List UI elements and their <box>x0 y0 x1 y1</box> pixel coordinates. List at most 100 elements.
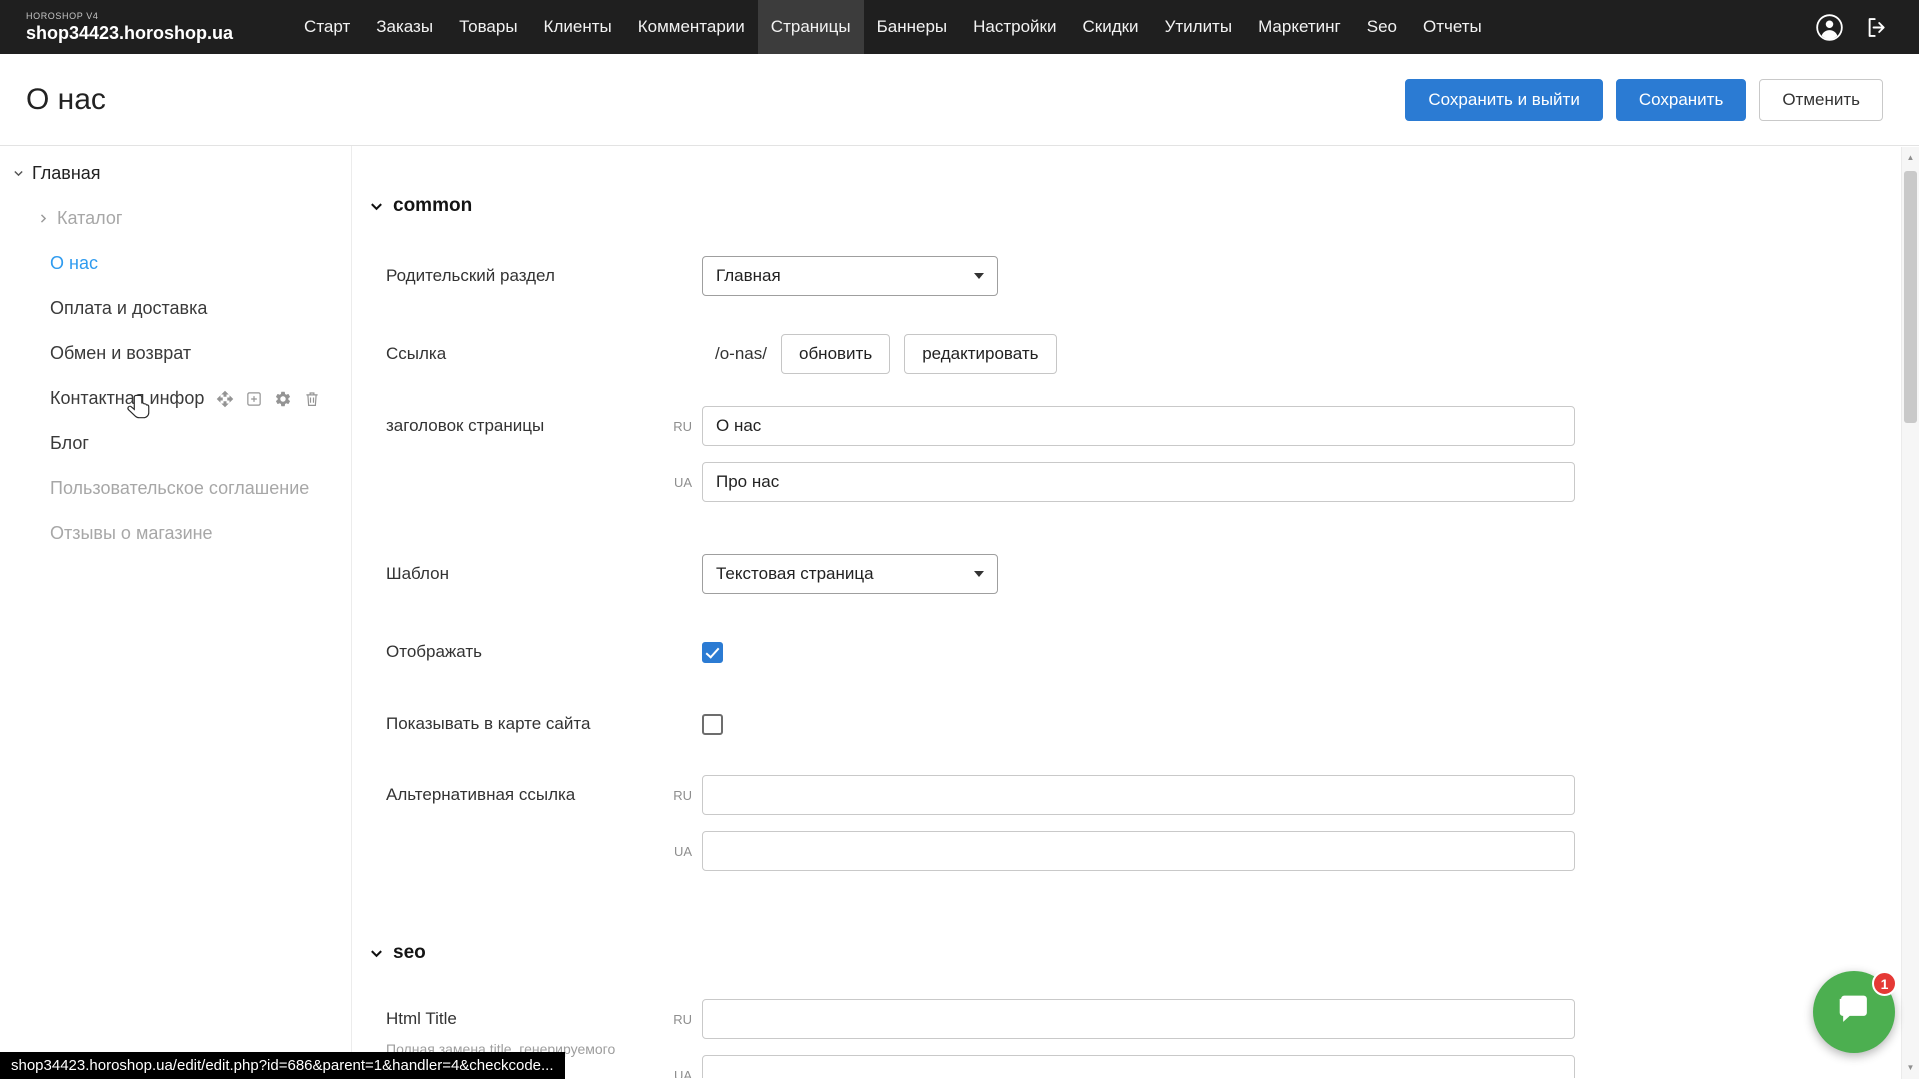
trash-icon[interactable] <box>303 390 321 408</box>
html-title-ua-input[interactable] <box>702 1055 1575 1078</box>
select-value: Главная <box>716 266 781 286</box>
lang-tag-ua: UA <box>660 1068 692 1079</box>
section-seo-header[interactable]: seo <box>369 941 1919 965</box>
sidebar-item-label: Блог <box>50 433 89 454</box>
link-row: Ссылка /o-nas/ обновить редактировать <box>386 334 1919 374</box>
move-icon[interactable] <box>216 390 234 408</box>
alt-link-ua-input[interactable] <box>702 831 1575 871</box>
sidebar-item-catalog[interactable]: Каталог <box>0 196 351 241</box>
chevron-down-icon[interactable] <box>12 167 25 180</box>
sidebar-item-contact-info[interactable]: Контактная инфор <box>0 376 351 421</box>
page-title-row: заголовок страницы RU UA <box>386 406 1919 502</box>
edit-link-button[interactable]: редактировать <box>904 334 1056 374</box>
nav-item-marketing[interactable]: Маркетинг <box>1245 0 1354 54</box>
dropdown-caret-icon <box>974 571 984 577</box>
nav-item-utilities[interactable]: Утилиты <box>1152 0 1246 54</box>
sidebar-item-blog[interactable]: Блог <box>0 421 351 466</box>
refresh-link-button[interactable]: обновить <box>781 334 890 374</box>
nav-item-start[interactable]: Старт <box>291 0 363 54</box>
chat-bubble-icon <box>1834 990 1874 1035</box>
sitemap-row: Показывать в карте сайта <box>386 712 1919 736</box>
sidebar-item-label: Контактная инфор <box>50 388 204 409</box>
sidebar-item-label: Оплата и доставка <box>50 298 207 319</box>
save-button[interactable]: Сохранить <box>1616 79 1746 121</box>
chat-widget-button[interactable]: 1 <box>1813 971 1895 1053</box>
nav-item-settings[interactable]: Настройки <box>960 0 1069 54</box>
chevron-down-icon <box>369 199 384 214</box>
parent-section-label: Родительский раздел <box>386 266 702 286</box>
brand-version-label: HOROSHOP V4 <box>26 11 233 21</box>
sidebar-item-user-agreement[interactable]: Пользовательское соглашение <box>0 466 351 511</box>
scrollbar[interactable]: ▲ ▼ <box>1901 147 1919 1079</box>
nav-item-seo[interactable]: Seo <box>1354 0 1410 54</box>
page-title-ru-input[interactable] <box>702 406 1575 446</box>
page-title-inputs: RU UA <box>702 406 1575 502</box>
section-seo-title: seo <box>393 942 426 964</box>
main-nav: Старт Заказы Товары Клиенты Комментарии … <box>291 0 1495 54</box>
alt-link-inputs: RU UA <box>702 775 1575 871</box>
nav-item-products[interactable]: Товары <box>446 0 530 54</box>
nav-item-comments[interactable]: Комментарии <box>625 0 758 54</box>
template-row: Шаблон Текстовая страница <box>386 554 1919 594</box>
brand-domain: shop34423.horoshop.ua <box>26 23 233 44</box>
sidebar-item-label: О нас <box>50 253 98 274</box>
nav-item-pages[interactable]: Страницы <box>758 0 864 54</box>
dropdown-caret-icon <box>974 273 984 279</box>
page-title: О нас <box>26 83 106 117</box>
section-common-header[interactable]: common <box>369 194 1919 218</box>
section-common-title: common <box>393 195 472 217</box>
chevron-right-icon[interactable] <box>37 212 50 225</box>
content: Главная Каталог О нас Оплата и доставка … <box>0 146 1919 1078</box>
lang-tag-ru: RU <box>660 419 692 434</box>
html-title-ru-input[interactable] <box>702 999 1575 1039</box>
display-row: Отображать <box>386 640 1919 664</box>
parent-section-row: Родительский раздел Главная <box>386 256 1919 296</box>
lang-tag-ru: RU <box>660 788 692 803</box>
brand[interactable]: HOROSHOP V4 shop34423.horoshop.ua <box>26 0 233 54</box>
nav-item-banners[interactable]: Баннеры <box>864 0 961 54</box>
sidebar-item-home[interactable]: Главная <box>0 151 351 196</box>
sitemap-checkbox[interactable] <box>702 714 723 735</box>
tree-item-actions <box>216 390 321 408</box>
lang-tag-ua: UA <box>660 475 692 490</box>
alt-link-label: Альтернативная ссылка <box>386 775 702 871</box>
cancel-button[interactable]: Отменить <box>1759 79 1883 121</box>
sidebar-item-store-reviews[interactable]: Отзывы о магазине <box>0 511 351 556</box>
sidebar-item-label: Главная <box>32 163 101 184</box>
scroll-down-arrow[interactable]: ▼ <box>1902 1060 1919 1076</box>
save-exit-button[interactable]: Сохранить и выйти <box>1405 79 1602 121</box>
link-controls: /o-nas/ обновить редактировать <box>702 334 1057 374</box>
status-url-tooltip: shop34423.horoshop.ua/edit/edit.php?id=6… <box>0 1052 565 1079</box>
logout-icon[interactable] <box>1864 14 1891 41</box>
sidebar: Главная Каталог О нас Оплата и доставка … <box>0 146 352 1078</box>
alt-link-row: Альтернативная ссылка RU UA <box>386 775 1919 871</box>
nav-item-orders[interactable]: Заказы <box>363 0 446 54</box>
select-value: Текстовая страница <box>716 564 874 584</box>
display-label: Отображать <box>386 642 702 662</box>
topbar-icons <box>1815 0 1919 54</box>
sidebar-item-label: Пользовательское соглашение <box>50 478 309 499</box>
add-page-icon[interactable] <box>245 390 263 408</box>
html-title-row: Html Title Полная замена title, генериру… <box>386 999 1919 1078</box>
display-checkbox[interactable] <box>702 642 723 663</box>
lang-tag-ua: UA <box>660 844 692 859</box>
scrollbar-thumb[interactable] <box>1904 171 1917 423</box>
topbar: HOROSHOP V4 shop34423.horoshop.ua Старт … <box>0 0 1919 54</box>
parent-section-select[interactable]: Главная <box>702 256 998 296</box>
sidebar-item-payment-delivery[interactable]: Оплата и доставка <box>0 286 351 331</box>
link-label: Ссылка <box>386 344 702 364</box>
gear-icon[interactable] <box>274 390 292 408</box>
sidebar-item-label: Каталог <box>57 208 122 229</box>
template-select[interactable]: Текстовая страница <box>702 554 998 594</box>
chevron-down-icon <box>369 946 384 961</box>
sidebar-item-exchange-return[interactable]: Обмен и возврат <box>0 331 351 376</box>
page-title-ua-input[interactable] <box>702 462 1575 502</box>
nav-item-discounts[interactable]: Скидки <box>1069 0 1151 54</box>
nav-item-reports[interactable]: Отчеты <box>1410 0 1495 54</box>
sidebar-item-about[interactable]: О нас <box>0 241 351 286</box>
nav-item-clients[interactable]: Клиенты <box>531 0 625 54</box>
scroll-up-arrow[interactable]: ▲ <box>1902 150 1919 166</box>
chat-badge: 1 <box>1872 971 1897 996</box>
alt-link-ru-input[interactable] <box>702 775 1575 815</box>
user-account-icon[interactable] <box>1815 13 1844 42</box>
